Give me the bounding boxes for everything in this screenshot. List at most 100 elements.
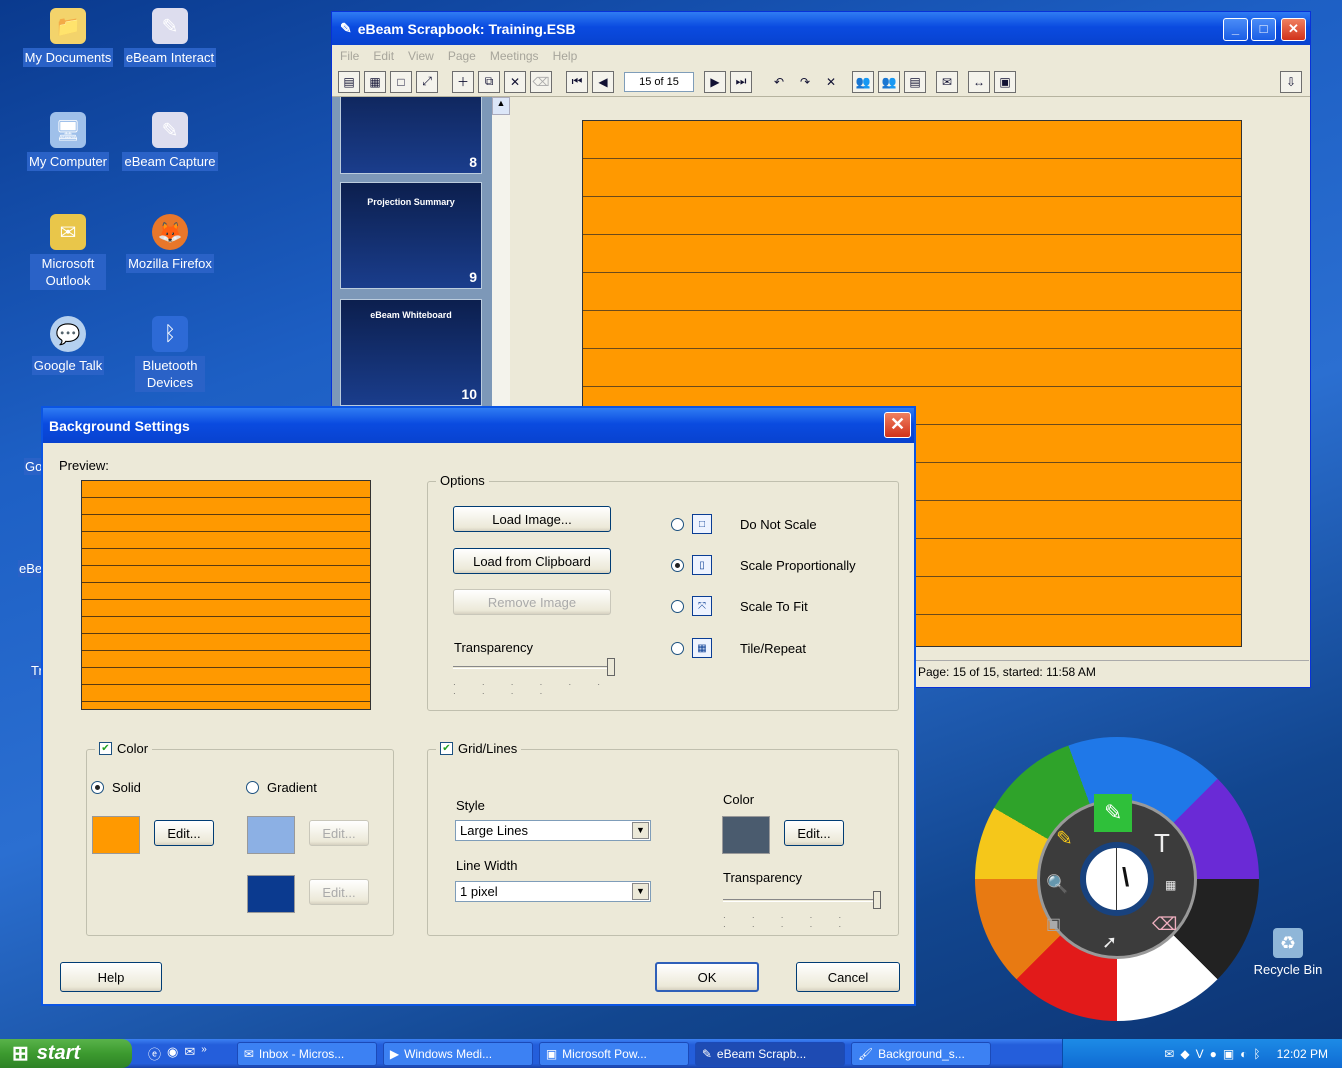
radio-tile-repeat[interactable] bbox=[671, 641, 684, 655]
minimize-button[interactable]: _ bbox=[1223, 18, 1248, 41]
ebeam-tool-wheel[interactable]: ✎ T ▦ ⌫ ➚ ▣ 🔍 ✎ \ bbox=[975, 737, 1259, 1021]
help-button[interactable]: Help bbox=[60, 962, 162, 992]
page-view-icon[interactable]: □ bbox=[390, 70, 412, 93]
style-select[interactable]: Large Lines ▼ bbox=[455, 820, 651, 841]
desktop-icon-outlook[interactable]: ✉ Microsoft Outlook bbox=[18, 214, 118, 290]
notes-icon[interactable]: ▤ bbox=[904, 70, 926, 93]
outlook-icon[interactable]: ✉ bbox=[184, 1044, 195, 1063]
radio-gradient[interactable] bbox=[246, 781, 259, 794]
menu-help[interactable]: Help bbox=[553, 49, 578, 63]
fit-page-icon[interactable]: ▣ bbox=[994, 70, 1016, 93]
start-button[interactable]: ⊞ start bbox=[0, 1039, 132, 1068]
resize-icon[interactable]: ⤢ bbox=[416, 70, 438, 93]
desktop-icon-my-documents[interactable]: 📁 My Documents bbox=[18, 8, 118, 67]
participants-icon[interactable]: 👥 bbox=[852, 70, 874, 93]
load-clipboard-button[interactable]: Load from Clipboard bbox=[453, 548, 611, 574]
pointer-tool-icon[interactable]: ➚ bbox=[1102, 932, 1117, 953]
dialog-close-button[interactable]: ✕ bbox=[884, 412, 911, 438]
radio-do-not-scale[interactable] bbox=[671, 517, 684, 531]
previous-page-icon[interactable]: ◀ bbox=[592, 70, 614, 93]
mail-tray-icon[interactable]: ✉ bbox=[1164, 1047, 1174, 1061]
pen-tool-icon[interactable]: ✎ bbox=[1094, 794, 1133, 832]
solid-option[interactable]: Solid bbox=[91, 780, 141, 795]
grid-transparency-slider[interactable]: · · · · · · · · · · bbox=[723, 891, 881, 931]
clear-icon[interactable]: ✕ bbox=[820, 71, 842, 93]
grid-view-icon[interactable]: ▦ bbox=[364, 70, 386, 93]
text-tool-icon[interactable]: T bbox=[1154, 828, 1170, 859]
desktop-icon-firefox[interactable]: 🦊 Mozilla Firefox bbox=[120, 214, 220, 273]
desktop-icon-recycle-bin[interactable]: ♻ Recycle Bin bbox=[1248, 928, 1328, 977]
scale-option-tile[interactable]: ▦ Tile/Repeat bbox=[671, 638, 806, 658]
keypad-tool-icon[interactable]: ▦ bbox=[1165, 878, 1176, 892]
network-tray-icon[interactable]: ▣ bbox=[1223, 1047, 1234, 1061]
collapse-icon[interactable]: ⇩ bbox=[1280, 70, 1302, 93]
desktop-icon-ebeam-capture[interactable]: ✎ eBeam Capture bbox=[120, 112, 220, 171]
close-button[interactable]: ✕ bbox=[1281, 18, 1306, 41]
task-powerpoint[interactable]: ▣ Microsoft Pow... bbox=[538, 1041, 689, 1066]
eraser-tool-icon[interactable]: ⌫ bbox=[1152, 914, 1177, 935]
gradient-color-1-swatch[interactable] bbox=[247, 816, 295, 854]
firefox-icon[interactable]: ◉ bbox=[167, 1044, 178, 1063]
magnifier-tool-icon[interactable]: 🔍 bbox=[1046, 874, 1068, 895]
gradient-color-2-swatch[interactable] bbox=[247, 875, 295, 913]
page-number-field[interactable]: 15 of 15 bbox=[624, 71, 694, 92]
menu-edit[interactable]: Edit bbox=[373, 49, 394, 63]
task-ebeam-scrapbook[interactable]: ✎ eBeam Scrapb... bbox=[694, 1041, 845, 1066]
eraser-icon[interactable]: ⌫ bbox=[530, 70, 552, 93]
radio-scale-proportionally[interactable] bbox=[671, 558, 684, 572]
thumbnail-view-icon[interactable]: ▤ bbox=[338, 70, 360, 93]
task-background[interactable]: 🖌 Background_s... bbox=[850, 1041, 991, 1066]
task-windows-media[interactable]: ▶ Windows Medi... bbox=[382, 1041, 533, 1066]
menu-file[interactable]: File bbox=[340, 49, 359, 63]
maximize-button[interactable]: □ bbox=[1251, 18, 1276, 41]
solid-color-swatch[interactable] bbox=[92, 816, 140, 854]
highlighter-tool-icon[interactable]: ✎ bbox=[1056, 826, 1073, 851]
color-checkbox[interactable]: ✔ bbox=[99, 742, 112, 755]
menu-view[interactable]: View bbox=[408, 49, 434, 63]
load-image-button[interactable]: Load Image... bbox=[453, 506, 611, 532]
expand-chevron-icon[interactable]: » bbox=[201, 1044, 207, 1063]
solid-edit-button[interactable]: Edit... bbox=[154, 820, 214, 846]
slider-thumb[interactable] bbox=[873, 891, 881, 909]
last-page-icon[interactable]: ⏭ bbox=[730, 70, 752, 93]
desktop-icon-ebeam-interact[interactable]: ✎ eBeam Interact bbox=[120, 8, 220, 67]
radio-solid[interactable] bbox=[91, 781, 104, 794]
grid-color-edit-button[interactable]: Edit... bbox=[784, 820, 844, 846]
antivirus-tray-icon[interactable]: ◆ bbox=[1180, 1047, 1189, 1061]
thumbnail-page-10[interactable]: eBeam Whiteboard 10 bbox=[340, 299, 482, 406]
image-transparency-slider[interactable]: · · · · · · · · · · bbox=[453, 658, 615, 698]
new-page-icon[interactable]: ＋ bbox=[452, 70, 474, 93]
thumbnail-page-8[interactable]: 8 bbox=[340, 97, 482, 174]
delete-page-icon[interactable]: ✕ bbox=[504, 70, 526, 93]
desktop-icon-google-talk[interactable]: 💬 Google Talk bbox=[18, 316, 118, 375]
duplicate-page-icon[interactable]: ⧉ bbox=[478, 70, 500, 93]
desktop-icon-my-computer[interactable]: 🖥 My Computer bbox=[18, 112, 118, 171]
cancel-button[interactable]: Cancel bbox=[796, 962, 900, 992]
menu-page[interactable]: Page bbox=[448, 49, 476, 63]
menu-meetings[interactable]: Meetings bbox=[490, 49, 539, 63]
first-page-icon[interactable]: ⏮ bbox=[566, 70, 588, 93]
scale-option-fit[interactable]: ⤧ Scale To Fit bbox=[671, 596, 808, 616]
ie-icon[interactable]: ⓔ bbox=[148, 1044, 161, 1063]
clock[interactable]: 12:02 PM bbox=[1277, 1047, 1328, 1061]
scroll-up-icon[interactable]: ▲ bbox=[492, 97, 510, 115]
meeting-icon[interactable]: 👥 bbox=[878, 70, 900, 93]
undo-icon[interactable]: ↶ bbox=[768, 71, 790, 93]
chat-tray-icon[interactable]: ● bbox=[1210, 1047, 1217, 1061]
slider-thumb[interactable] bbox=[607, 658, 615, 676]
gradient-option[interactable]: Gradient bbox=[246, 780, 317, 795]
camera-tool-icon[interactable]: ▣ bbox=[1046, 914, 1061, 934]
redo-icon[interactable]: ↷ bbox=[794, 71, 816, 93]
fit-width-icon[interactable]: ↔ bbox=[968, 70, 990, 93]
scale-option-do-not-scale[interactable]: □ Do Not Scale bbox=[671, 514, 817, 534]
desktop-icon-bluetooth[interactable]: ᛒ Bluetooth Devices bbox=[120, 316, 220, 392]
ok-button[interactable]: OK bbox=[655, 962, 759, 992]
v-tray-icon[interactable]: V bbox=[1196, 1047, 1204, 1061]
radio-scale-to-fit[interactable] bbox=[671, 599, 684, 613]
grid-color-swatch[interactable] bbox=[722, 816, 770, 854]
line-width-select[interactable]: 1 pixel ▼ bbox=[455, 881, 651, 902]
volume-tray-icon[interactable]: ◐ bbox=[1240, 1047, 1247, 1061]
scale-option-proportional[interactable]: ▯ Scale Proportionally bbox=[671, 555, 856, 575]
bluetooth-tray-icon[interactable]: ᛒ bbox=[1253, 1047, 1260, 1061]
email-icon[interactable]: ✉ bbox=[936, 70, 958, 93]
